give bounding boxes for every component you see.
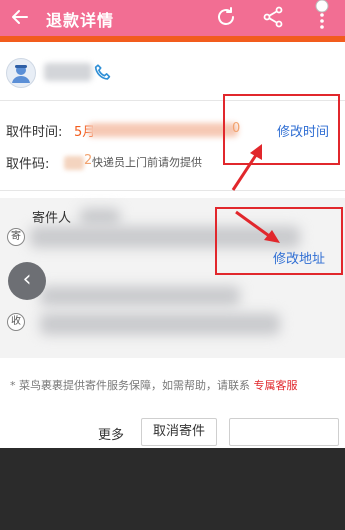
customer-service-link[interactable]: 专属客服 (254, 379, 298, 392)
refund-detail-screen: 退款详情 取件时间: 5月 0 修改时间 取件码: 2 快递员上门前请勿提供 寄… (0, 0, 345, 530)
cancel-shipment-button[interactable]: 取消寄件 (141, 418, 217, 446)
secondary-action-button[interactable] (229, 418, 339, 446)
service-note: * 菜鸟裹裹提供寄件服务保障，如需帮助，请联系 专属客服 (10, 377, 340, 393)
action-bar: 更多 取消寄件 (0, 410, 345, 450)
note-text: 菜鸟裹裹提供寄件服务保障，如需帮助，请联系 (19, 379, 250, 392)
note-star-icon: * (10, 379, 19, 392)
more-actions-button[interactable]: 更多 (98, 424, 124, 443)
bottom-overlay (0, 448, 345, 530)
